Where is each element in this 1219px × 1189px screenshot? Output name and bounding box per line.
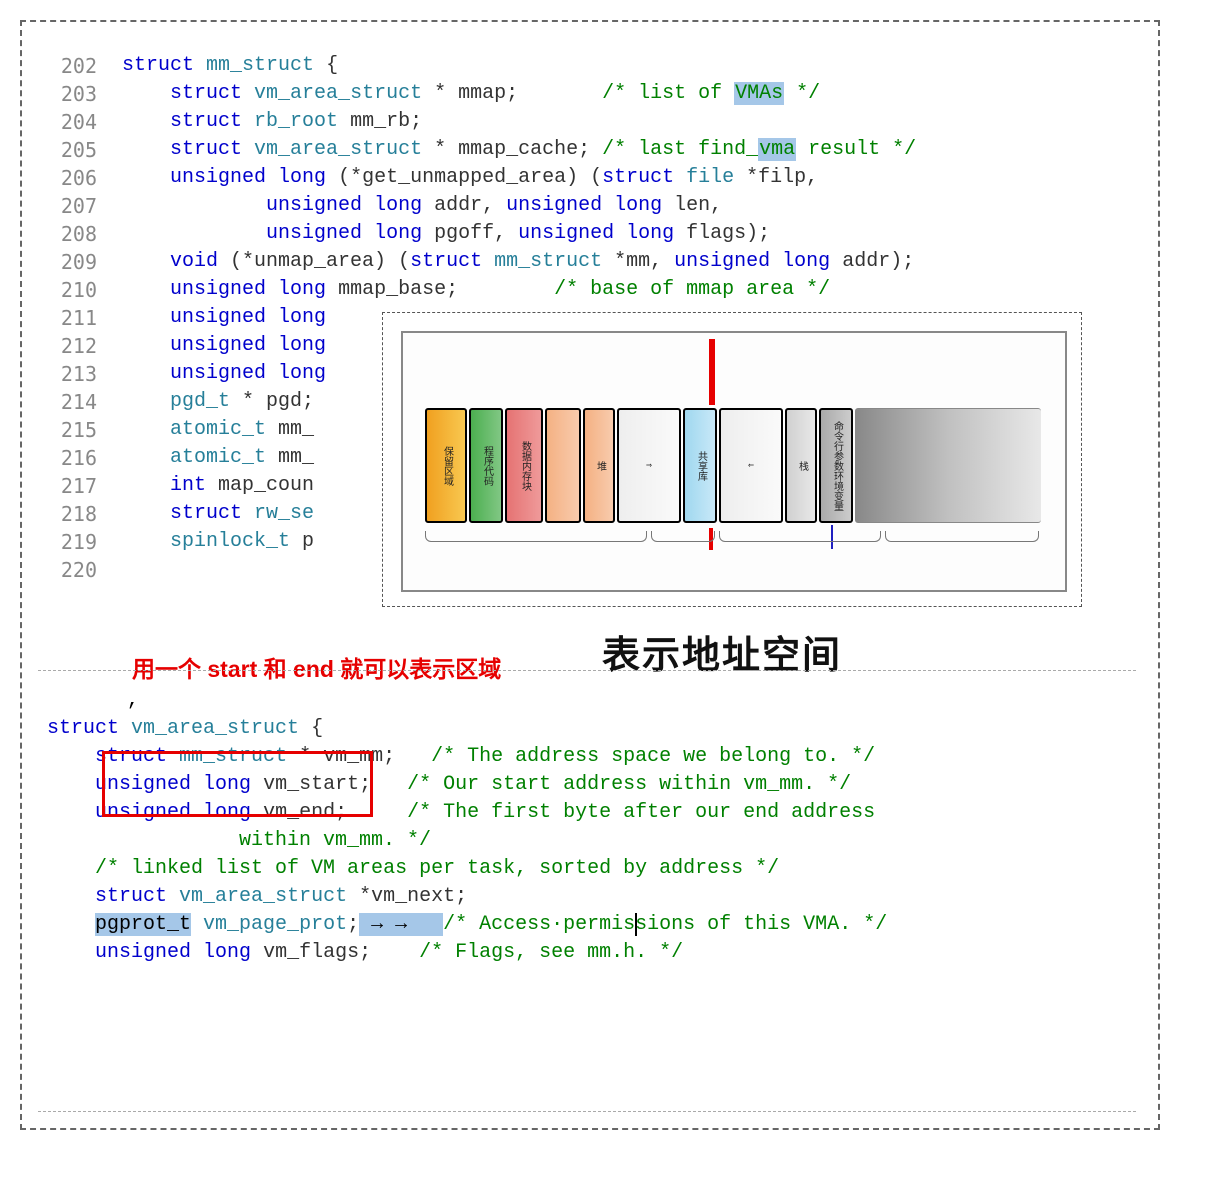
line-number: 215 [42,416,122,444]
line-number: 209 [42,248,122,276]
line-number: 216 [42,444,122,472]
memory-segment: 保留区域 [425,408,467,523]
line-number: 211 [42,304,122,332]
code-line: unsigned long vm_start; /* Our start add… [47,771,887,799]
memory-segment: 程序代码 [469,408,503,523]
line-number: 217 [42,472,122,500]
code-line: 205 struct vm_area_struct * mmap_cache; … [42,136,1138,164]
line-number: 220 [42,556,122,584]
memory-segment: ⇒ [617,408,681,523]
memory-layout-overlay: 保留区域程序代码数据内存块 堆⇒共享库⇐栈命令行参数环境变量 [382,312,1082,607]
code-block-vm-area-struct: ,struct vm_area_struct { struct mm_struc… [47,687,887,967]
code-line: 204 struct rb_root mm_rb; [42,108,1138,136]
memory-segment: ⇐ [719,408,783,523]
line-number: 219 [42,528,122,556]
outer-dashed-frame: 202struct mm_struct {203 struct vm_area_… [20,20,1160,1130]
code-line: unsigned long vm_end; /* The first byte … [47,799,887,827]
code-line: within vm_mm. */ [47,827,887,855]
line-number: 212 [42,332,122,360]
code-line: , [47,687,887,715]
code-line: 206 unsigned long (*get_unmapped_area) (… [42,164,1138,192]
code-line: 203 struct vm_area_struct * mmap; /* lis… [42,80,1138,108]
code-line: 210 unsigned long mmap_base; /* base of … [42,276,1138,304]
big-title: 表示地址空间 [602,624,842,679]
memory-segment: 数据内存块 [505,408,543,523]
memory-segment [545,408,581,523]
red-marker-top [709,339,715,405]
code-line: /* linked list of VM areas per task, sor… [47,855,887,883]
line-number: 208 [42,220,122,248]
annotation-row: 用一个 start 和 end 就可以表示区域 [102,650,501,684]
line-number: 206 [42,164,122,192]
code-line: struct vm_area_struct *vm_next; [47,883,887,911]
code-line: 208 unsigned long pgoff, unsigned long f… [42,220,1138,248]
memory-segments-bar: 保留区域程序代码数据内存块 堆⇒共享库⇐栈命令行参数环境变量 [425,408,1043,523]
line-number: 202 [42,52,122,80]
memory-segment [855,408,1041,523]
line-number: 205 [42,136,122,164]
code-line: 207 unsigned long addr, unsigned long le… [42,192,1138,220]
line-number: 203 [42,80,122,108]
memory-layout-box: 保留区域程序代码数据内存块 堆⇒共享库⇐栈命令行参数环境变量 [401,331,1067,592]
code-line: unsigned long vm_flags; /* Flags, see mm… [47,939,887,967]
code-line: struct vm_area_struct { [47,715,887,743]
code-line: pgprot_t vm_page_prot; → → /* Access·per… [47,911,887,939]
line-number: 207 [42,192,122,220]
brace-row [425,531,1043,545]
line-number: 214 [42,388,122,416]
line-number: 210 [42,276,122,304]
line-number: 218 [42,500,122,528]
memory-segment: 共享库 [683,408,717,523]
line-number: 204 [42,108,122,136]
code-line: struct mm_struct * vm_mm; /* The address… [47,743,887,771]
code-line: 202struct mm_struct { [42,52,1138,80]
memory-segment: 栈 [785,408,817,523]
red-annotation-text: 用一个 start 和 end 就可以表示区域 [132,650,501,684]
memory-segment: 堆 [583,408,615,523]
code-line: 209 void (*unmap_area) (struct mm_struct… [42,248,1138,276]
line-number: 213 [42,360,122,388]
memory-segment: 命令行参数环境变量 [819,408,853,523]
